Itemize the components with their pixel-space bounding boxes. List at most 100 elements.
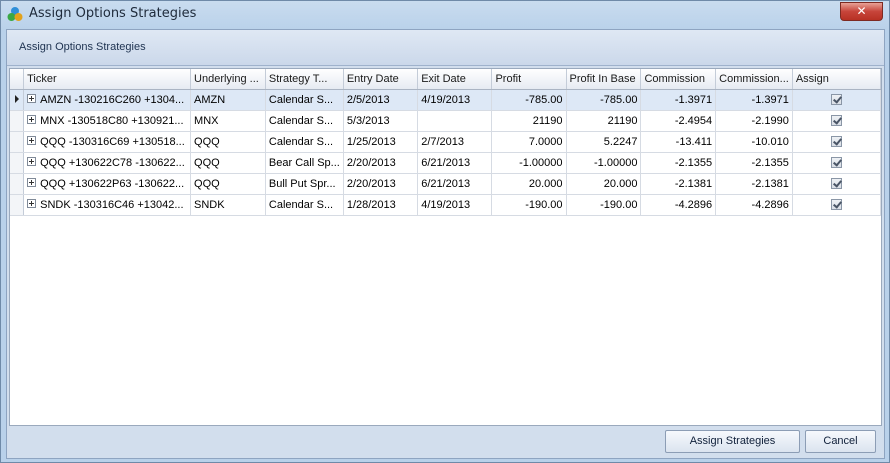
cell-exit-date[interactable]: 4/19/2013	[417, 89, 493, 111]
cell-commission-base[interactable]: -2.1355	[715, 152, 793, 174]
column-header-ticker[interactable]: Ticker	[23, 69, 192, 90]
cell-profit-in-base[interactable]: 5.2247	[566, 131, 642, 153]
table-row[interactable]: QQQ -130316C69 +130518... QQQ Calendar S…	[10, 131, 881, 153]
cell-strategy-type[interactable]: Calendar S...	[265, 194, 344, 216]
assign-checkbox[interactable]	[830, 199, 842, 211]
cell-entry-date[interactable]: 5/3/2013	[343, 110, 419, 132]
cell-assign[interactable]	[792, 89, 881, 111]
cell-strategy-type[interactable]: Calendar S...	[265, 131, 344, 153]
cell-ticker[interactable]: SNDK -130316C46 +13042...	[23, 194, 192, 216]
cell-exit-date[interactable]: 6/21/2013	[417, 173, 493, 195]
cancel-button[interactable]: Cancel	[805, 430, 876, 453]
cell-entry-date[interactable]: 1/25/2013	[343, 131, 419, 153]
expand-icon[interactable]	[27, 178, 37, 188]
assign-strategies-button[interactable]: Assign Strategies	[665, 430, 800, 453]
cell-ticker[interactable]: MNX -130518C80 +130921...	[23, 110, 192, 132]
column-header-underlying[interactable]: Underlying ...	[190, 69, 266, 90]
expand-icon[interactable]	[27, 136, 37, 146]
close-button[interactable]: ✕	[840, 2, 883, 21]
app-icon	[7, 7, 23, 21]
expand-icon[interactable]	[27, 157, 37, 167]
cell-commission[interactable]: -1.3971	[640, 89, 717, 111]
cell-assign[interactable]	[792, 110, 881, 132]
column-header-profit[interactable]: Profit	[491, 69, 567, 90]
title-bar[interactable]: Assign Options Strategies ✕	[1, 1, 889, 28]
column-header-entry-date[interactable]: Entry Date	[343, 69, 419, 90]
cell-commission[interactable]: -2.1355	[640, 152, 717, 174]
cell-underlying[interactable]: SNDK	[190, 194, 266, 216]
cell-entry-date[interactable]: 2/20/2013	[343, 152, 419, 174]
dialog-window: Assign Options Strategies ✕ Assign Optio…	[0, 0, 890, 463]
table-row[interactable]: MNX -130518C80 +130921... MNX Calendar S…	[10, 110, 881, 132]
cell-commission-base[interactable]: -2.1990	[715, 110, 793, 132]
assign-checkbox[interactable]	[830, 157, 842, 169]
column-header-commission[interactable]: Commission	[640, 69, 717, 90]
cell-commission[interactable]: -2.1381	[640, 173, 717, 195]
cell-ticker[interactable]: AMZN -130216C260 +1304...	[23, 89, 192, 111]
cell-underlying[interactable]: AMZN	[190, 89, 266, 111]
cell-profit-in-base[interactable]: 20.000	[566, 173, 642, 195]
assign-checkbox[interactable]	[830, 136, 842, 148]
column-header-profit-in-base[interactable]: Profit In Base	[566, 69, 642, 90]
cell-commission-base[interactable]: -1.3971	[715, 89, 793, 111]
cell-strategy-type[interactable]: Bull Put Spr...	[265, 173, 344, 195]
cell-strategy-type[interactable]: Bear Call Sp...	[265, 152, 344, 174]
cell-commission-base[interactable]: -4.2896	[715, 194, 793, 216]
cell-strategy-type[interactable]: Calendar S...	[265, 110, 344, 132]
cell-entry-date[interactable]: 2/20/2013	[343, 173, 419, 195]
expand-icon[interactable]	[27, 94, 37, 104]
cell-underlying[interactable]: MNX	[190, 110, 266, 132]
cell-underlying[interactable]: QQQ	[190, 131, 266, 153]
assign-checkbox[interactable]	[830, 115, 842, 127]
cell-profit-in-base[interactable]: 21190	[566, 110, 642, 132]
table-row[interactable]: QQQ +130622C78 -130622... QQQ Bear Call …	[10, 152, 881, 174]
column-header-strategy-type[interactable]: Strategy T...	[265, 69, 344, 90]
column-header-commission-base[interactable]: Commission...	[715, 69, 793, 90]
cell-commission[interactable]: -13.411	[640, 131, 717, 153]
cell-commission[interactable]: -2.4954	[640, 110, 717, 132]
cell-underlying[interactable]: QQQ	[190, 173, 266, 195]
expand-icon[interactable]	[27, 199, 37, 209]
cell-profit[interactable]: 20.000	[491, 173, 567, 195]
row-indicator	[10, 194, 25, 216]
cell-entry-date[interactable]: 1/28/2013	[343, 194, 419, 216]
cell-ticker[interactable]: QQQ +130622P63 -130622...	[23, 173, 192, 195]
cell-profit-in-base[interactable]: -785.00	[566, 89, 642, 111]
cell-strategy-type[interactable]: Calendar S...	[265, 89, 344, 111]
cell-profit[interactable]: -1.00000	[491, 152, 567, 174]
cell-assign[interactable]	[792, 194, 881, 216]
row-indicator	[10, 152, 25, 174]
dialog-client: Assign Options Strategies Ticker Underly…	[6, 29, 885, 459]
column-header-exit-date[interactable]: Exit Date	[417, 69, 493, 90]
cell-exit-date[interactable]	[417, 110, 493, 132]
column-header-assign[interactable]: Assign	[792, 69, 881, 90]
cell-assign[interactable]	[792, 152, 881, 174]
strategies-grid[interactable]: Ticker Underlying ... Strategy T... Entr…	[9, 68, 882, 426]
cell-commission-base[interactable]: -10.010	[715, 131, 793, 153]
cell-profit[interactable]: -190.00	[491, 194, 567, 216]
cell-profit[interactable]: 7.0000	[491, 131, 567, 153]
cell-entry-date[interactable]: 2/5/2013	[343, 89, 419, 111]
cell-ticker[interactable]: QQQ -130316C69 +130518...	[23, 131, 192, 153]
cell-assign[interactable]	[792, 131, 881, 153]
table-row[interactable]: SNDK -130316C46 +13042... SNDK Calendar …	[10, 194, 881, 216]
table-row[interactable]: AMZN -130216C260 +1304... AMZN Calendar …	[10, 89, 881, 111]
cell-exit-date[interactable]: 2/7/2013	[417, 131, 493, 153]
cell-profit-in-base[interactable]: -1.00000	[566, 152, 642, 174]
cell-assign[interactable]	[792, 173, 881, 195]
assign-checkbox[interactable]	[830, 94, 842, 106]
assign-checkbox[interactable]	[830, 178, 842, 190]
strategies-table: Ticker Underlying ... Strategy T... Entr…	[10, 69, 881, 216]
cell-commission-base[interactable]: -2.1381	[715, 173, 793, 195]
cell-exit-date[interactable]: 4/19/2013	[417, 194, 493, 216]
cell-exit-date[interactable]: 6/21/2013	[417, 152, 493, 174]
row-indicator-header	[10, 69, 25, 90]
cell-underlying[interactable]: QQQ	[190, 152, 266, 174]
table-row[interactable]: QQQ +130622P63 -130622... QQQ Bull Put S…	[10, 173, 881, 195]
expand-icon[interactable]	[27, 115, 37, 125]
cell-profit[interactable]: -785.00	[491, 89, 567, 111]
cell-profit-in-base[interactable]: -190.00	[566, 194, 642, 216]
cell-profit[interactable]: 21190	[491, 110, 567, 132]
cell-ticker[interactable]: QQQ +130622C78 -130622...	[23, 152, 192, 174]
cell-commission[interactable]: -4.2896	[640, 194, 717, 216]
